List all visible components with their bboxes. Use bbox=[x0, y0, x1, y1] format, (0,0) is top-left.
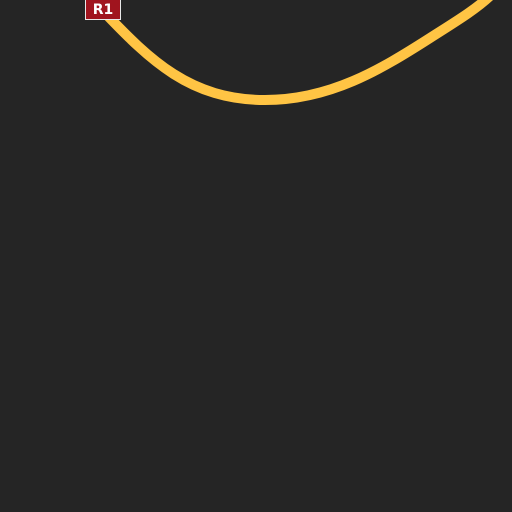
route-shield-label: R1 bbox=[92, 1, 114, 18]
map-canvas[interactable]: R1 bbox=[0, 0, 512, 512]
road-r1[interactable] bbox=[99, 0, 494, 105]
map-layer bbox=[99, 0, 494, 105]
route-shield-r1[interactable]: R1 bbox=[85, 0, 121, 20]
